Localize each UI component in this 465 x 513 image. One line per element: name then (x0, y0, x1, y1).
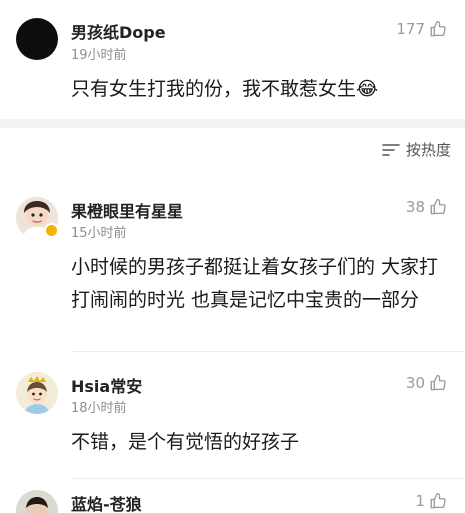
comment-username[interactable]: 果橙眼里有星星 (71, 198, 183, 222)
comment-divider (71, 351, 465, 352)
comment-time: 15小时前 (71, 226, 127, 241)
thumbs-up-icon (430, 492, 446, 509)
like-button[interactable]: 177 (396, 20, 447, 38)
comment-username[interactable]: Hsia常安 (71, 373, 142, 397)
section-divider (0, 119, 465, 128)
sort-label: 按热度 (405, 141, 451, 159)
avatar[interactable] (16, 372, 58, 414)
comment-time: 19小时前 (71, 48, 127, 63)
sort-by-hot-button[interactable]: 按热度 (382, 139, 451, 160)
comment-text: 不错，是个有觉悟的好孩子 (71, 431, 300, 453)
thumbs-up-icon (430, 198, 446, 215)
like-button[interactable]: 38 (406, 198, 447, 216)
like-count: 38 (405, 198, 425, 216)
laughing-emoji-icon: 😂 (356, 78, 379, 100)
like-count: 177 (396, 20, 425, 38)
comment-screen: 男孩纸Dope 19小时前 177 只有女生打我的份，我不敢惹女生😂 按热度 果… (0, 0, 465, 513)
avatar[interactable] (16, 490, 58, 513)
like-button[interactable]: 1 (415, 492, 447, 510)
comment-text: 只有女生打我的份，我不敢惹女生😂 (71, 73, 451, 106)
avatar-image (16, 490, 58, 513)
verified-badge-icon (44, 223, 59, 238)
comment-item: 男孩纸Dope 19小时前 177 只有女生打我的份，我不敢惹女生😂 (0, 0, 465, 119)
like-count: 1 (415, 492, 425, 510)
comment-username[interactable]: 男孩纸Dope (71, 19, 166, 43)
thumbs-up-icon (430, 20, 446, 37)
sort-lines-icon (382, 143, 400, 156)
comment-text: 小时候的男孩子都挺让着女孩子们的 大家打打闹闹的时光 也真是记忆中宝贵的一部分 (71, 256, 439, 311)
avatar-image (16, 372, 58, 414)
comment-divider (71, 478, 465, 479)
comment-time: 18小时前 (71, 401, 127, 416)
like-count: 30 (405, 374, 425, 392)
like-button[interactable]: 30 (406, 374, 447, 392)
avatar[interactable] (16, 18, 58, 60)
comment-text-body: 只有女生打我的份，我不敢惹女生 (71, 78, 357, 100)
thumbs-up-icon (430, 374, 446, 391)
comment-username[interactable]: 蓝焰-苍狼 (71, 491, 142, 513)
